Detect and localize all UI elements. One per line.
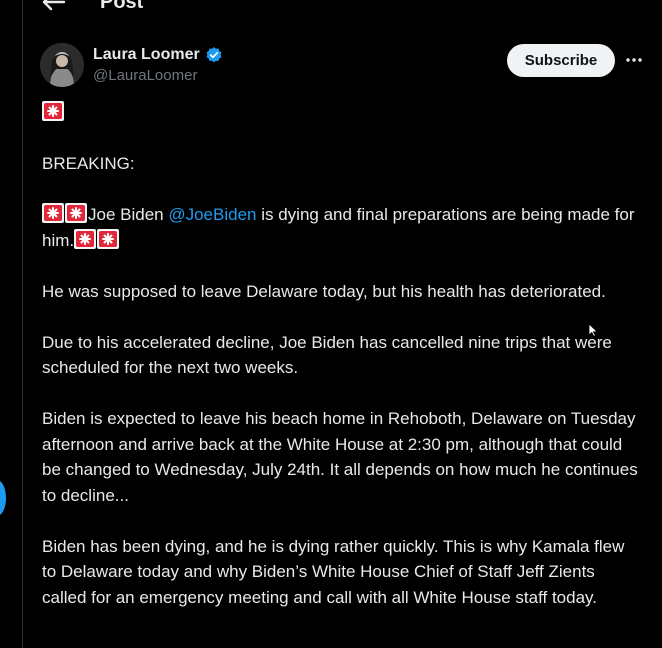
post-header: Post xyxy=(40,0,143,14)
compose-button-edge[interactable] xyxy=(0,480,6,516)
post-paragraph-2: He was supposed to leave Delaware today,… xyxy=(42,281,606,301)
siren-icon xyxy=(97,229,119,249)
author-info[interactable]: Laura Loomer @LauraLoomer xyxy=(93,45,223,84)
timeline-divider xyxy=(22,0,23,648)
verified-badge-icon xyxy=(205,46,223,64)
breaking-label: BREAKING: xyxy=(42,154,135,173)
siren-line xyxy=(42,100,642,126)
post-paragraph-4: Biden is expected to leave his beach hom… xyxy=(42,409,638,505)
more-horizontal-icon[interactable] xyxy=(624,52,644,68)
siren-icon xyxy=(74,229,96,249)
author-name[interactable]: Laura Loomer xyxy=(93,46,200,64)
author-name-row: Laura Loomer xyxy=(93,45,223,65)
author-handle[interactable]: @LauraLoomer xyxy=(93,67,223,84)
post-paragraph-3: Due to his accelerated decline, Joe Bide… xyxy=(42,332,612,378)
mouse-pointer-icon xyxy=(588,323,598,337)
subscribe-button[interactable]: Subscribe xyxy=(507,44,615,77)
avatar[interactable] xyxy=(40,43,84,87)
mention-link[interactable]: @JoeBiden xyxy=(168,205,256,224)
post-paragraph-1: Joe Biden @JoeBiden is dying and final p… xyxy=(42,202,642,253)
arrow-left-icon[interactable] xyxy=(40,0,66,12)
siren-icon xyxy=(42,203,64,223)
post-paragraph-5: Biden has been dying, and he is dying ra… xyxy=(42,536,625,607)
paragraph-text: Joe Biden xyxy=(88,205,169,224)
page-title: Post xyxy=(100,0,144,13)
siren-icon xyxy=(42,101,64,121)
post-body: BREAKING: Joe Biden @JoeBiden is dying a… xyxy=(42,100,642,636)
siren-icon xyxy=(65,203,87,223)
